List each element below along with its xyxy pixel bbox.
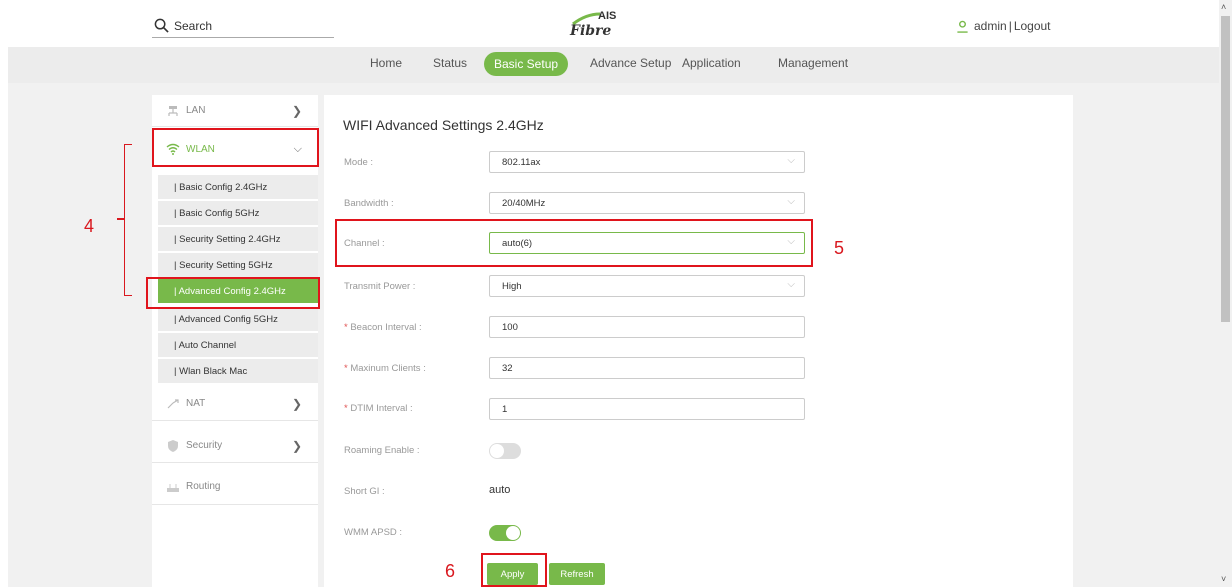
chevron-down-icon: ⌵ [787,155,795,166]
router-admin-page: Search AIS Fibre admin | Logout Home Sta… [0,0,1232,587]
annotation-bracket-tick [117,218,124,220]
search-placeholder: Search [174,18,213,33]
sidebar: LAN ❯ WLAN ⌵ | Basic Config 2.4GHz | Bas… [152,95,318,587]
sidebar-item-nat[interactable]: NAT ❯ [152,387,318,421]
username-link[interactable]: admin [974,19,1007,33]
ais-fibre-logo: AIS Fibre [564,8,634,40]
beacon-interval-label: * Beacon Interval : [344,322,422,333]
mode-label: Mode : [344,157,374,168]
chevron-right-icon: ❯ [291,103,302,118]
nav-home[interactable]: Home [370,56,402,70]
dtim-interval-value: 1 [502,403,508,415]
mode-value: 802.11ax [502,156,541,168]
annotation-box-wlan [152,128,319,167]
nav-management[interactable]: Management [778,56,848,70]
refresh-button[interactable]: Refresh [549,563,605,585]
search-icon [154,18,169,33]
nav-application[interactable]: Application [682,56,741,70]
sidebar-item-security[interactable]: Security ❯ [152,429,318,463]
sidebar-sub-basic-config-5[interactable]: | Basic Config 5GHz [158,201,318,226]
max-clients-input[interactable]: 32 [489,357,805,379]
annotation-step-5: 5 [834,238,845,258]
sidebar-sub-wlan-black-mac[interactable]: | Wlan Black Mac [158,359,318,384]
logo-ais-text: AIS [598,10,617,22]
dtim-interval-input[interactable]: 1 [489,398,805,420]
bandwidth-select[interactable]: 20/40MHz ⌵ [489,192,805,214]
sidebar-item-routing[interactable]: Routing [152,469,318,505]
beacon-interval-input[interactable]: 100 [489,316,805,338]
shield-icon [168,439,178,452]
page-scrollbar[interactable]: ˄ ˅ [1219,0,1232,587]
sidebar-sub-security-5[interactable]: | Security Setting 5GHz [158,253,318,278]
short-gi-label: Short GI : [344,486,385,497]
main-nav: Home Status Basic Setup Advance Setup Ap… [8,47,1219,83]
bandwidth-label: Bandwidth : [344,198,394,209]
max-clients-value: 32 [502,362,513,374]
scrollbar-thumb[interactable] [1221,16,1230,322]
page-title: WIFI Advanced Settings 2.4GHz [343,117,544,133]
nav-basic-setup[interactable]: Basic Setup [484,52,569,76]
wmm-apsd-toggle[interactable] [489,525,521,541]
transmit-power-label: Transmit Power : [344,281,416,292]
user-icon [957,20,968,33]
roaming-enable-toggle[interactable] [489,443,521,459]
annotation-box-channel [335,219,813,267]
short-gi-value: auto [489,484,511,496]
mode-select[interactable]: 802.11ax ⌵ [489,151,805,173]
toggle-knob [490,444,504,458]
sidebar-item-lan[interactable]: LAN ❯ [152,95,318,127]
wifi-advanced-settings-panel: WIFI Advanced Settings 2.4GHz Mode : 802… [324,95,1073,587]
bandwidth-value: 20/40MHz [502,197,546,209]
beacon-interval-value: 100 [502,321,518,333]
sidebar-sub-security-24[interactable]: | Security Setting 2.4GHz [158,227,318,252]
sidebar-item-label: Routing [186,481,221,492]
annotation-bracket [124,144,132,296]
user-menu: admin | Logout [956,19,1051,33]
wmm-apsd-label: WMM APSD : [344,527,403,538]
user-separator: | [1008,19,1012,33]
annotation-box-advanced-config [146,277,320,309]
transmit-power-select[interactable]: High ⌵ [489,275,805,297]
sidebar-sub-advanced-config-5[interactable]: | Advanced Config 5GHz [158,307,318,332]
scroll-down-icon[interactable]: ˅ [1221,574,1226,584]
annotation-box-apply [481,553,547,587]
transmit-power-value: High [502,280,522,292]
sidebar-item-label: Security [186,440,223,451]
dtim-interval-label: * DTIM Interval : [344,403,413,414]
roaming-enable-label: Roaming Enable : [344,445,420,456]
logout-link[interactable]: Logout [1014,19,1051,33]
sidebar-sub-basic-config-24[interactable]: | Basic Config 2.4GHz [158,175,318,200]
router-icon [167,483,179,492]
chevron-down-icon: ⌵ [787,279,795,290]
sidebar-item-label: NAT [186,398,206,409]
chevron-right-icon: ❯ [291,396,302,411]
scroll-up-icon[interactable]: ˄ [1221,2,1226,12]
lan-icon [168,105,178,116]
chevron-down-icon: ⌵ [787,196,795,207]
logo-fibre-text: Fibre [570,23,612,39]
search-box[interactable]: Search [152,14,334,38]
chevron-right-icon: ❯ [291,438,302,453]
sidebar-item-label: LAN [186,105,206,116]
toggle-knob [506,526,520,540]
annotation-step-4: 4 [84,216,95,236]
nat-icon [167,398,179,408]
annotation-step-6: 6 [445,561,456,581]
nav-status[interactable]: Status [433,56,467,70]
nav-advance-setup[interactable]: Advance Setup [590,56,671,70]
sidebar-sub-auto-channel[interactable]: | Auto Channel [158,333,318,358]
max-clients-label: * Maxinum Clients : [344,363,426,374]
